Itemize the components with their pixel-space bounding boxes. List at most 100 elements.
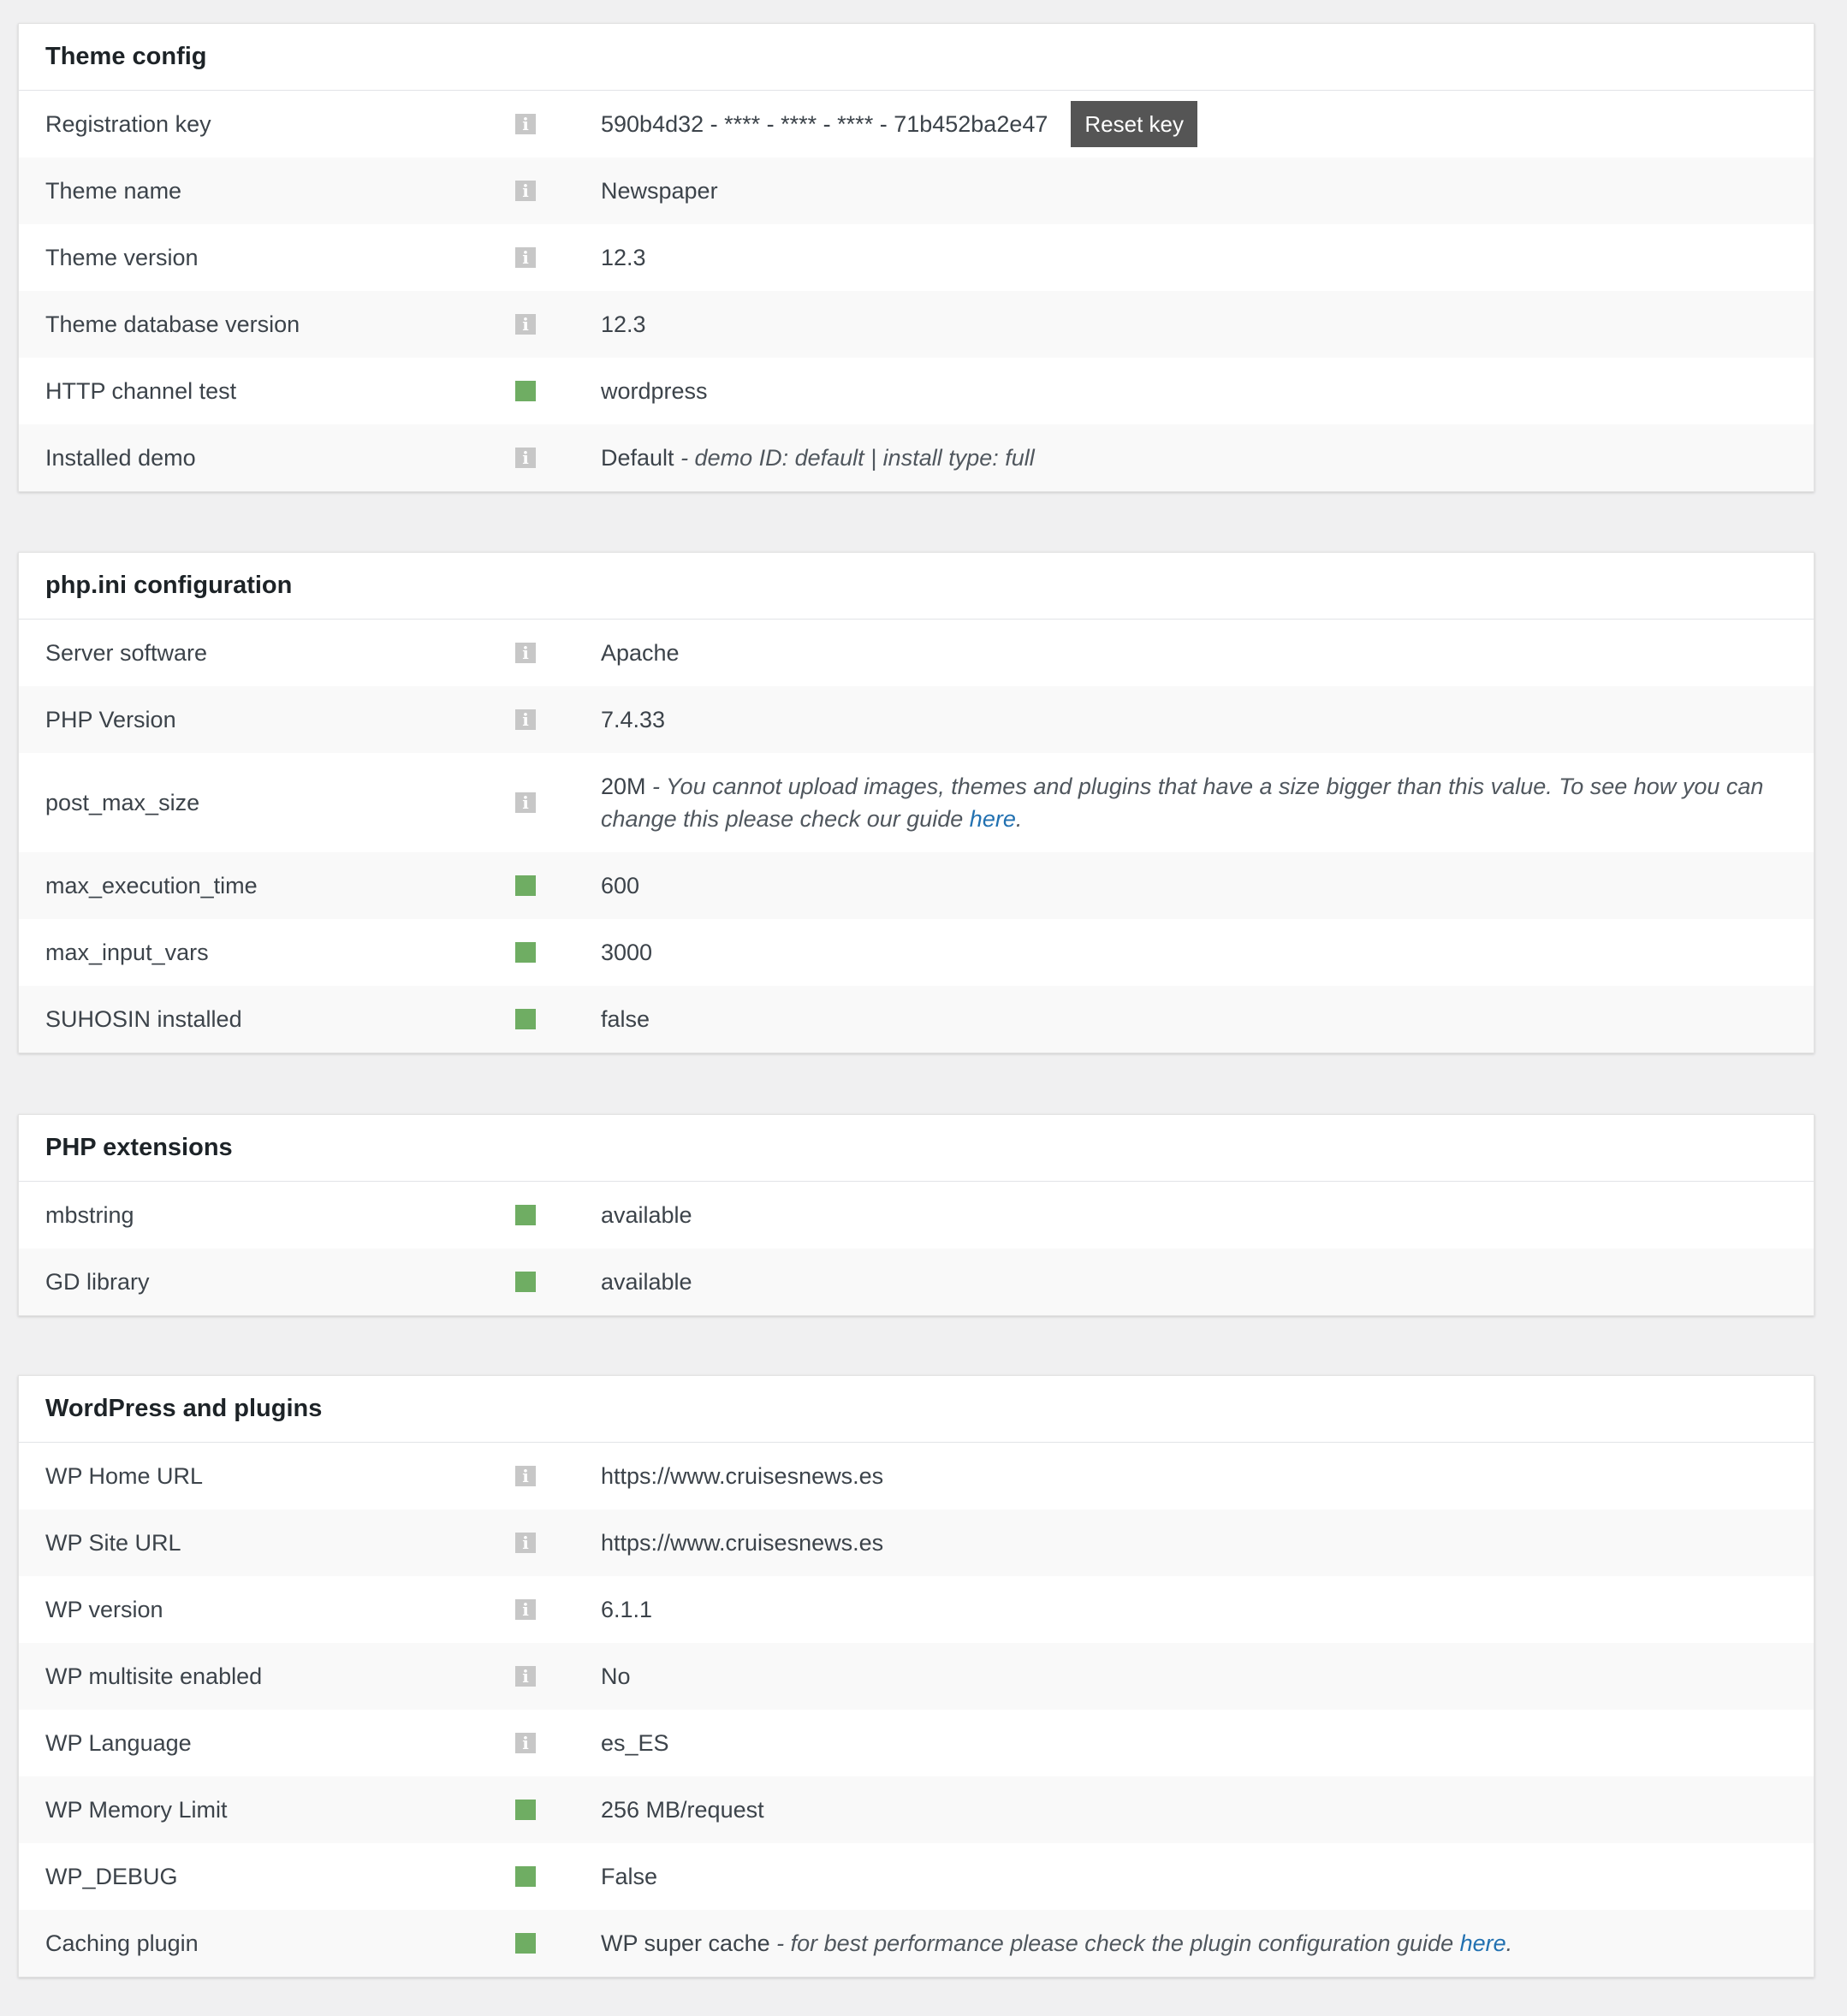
row-value: Apache — [601, 640, 680, 666]
panel-header: WordPress and plugins — [19, 1376, 1814, 1443]
guide-link[interactable]: here — [970, 806, 1016, 832]
table-row: PHP Version i 7.4.33 — [19, 686, 1814, 753]
row-value: available — [601, 1202, 692, 1228]
row-value: 590b4d32 - **** - **** - **** - 71b452ba… — [601, 101, 1814, 147]
panel-header: PHP extensions — [19, 1115, 1814, 1182]
table-row: HTTP channel test wordpress — [19, 358, 1814, 424]
row-label: SUHOSIN installed — [45, 1005, 242, 1032]
panel-title: WordPress and plugins — [45, 1395, 323, 1422]
row-label: WP Memory Limit — [45, 1796, 228, 1823]
row-label: max_execution_time — [45, 872, 258, 898]
row-label: HTTP channel test — [45, 377, 237, 404]
info-icon[interactable]: i — [515, 792, 536, 813]
row-value: https://www.cruisesnews.es — [601, 1463, 884, 1489]
info-icon[interactable]: i — [515, 643, 536, 663]
panel-php-extensions: PHP extensions mbstring available GD lib… — [18, 1114, 1814, 1316]
row-value: 256 MB/request — [601, 1797, 764, 1823]
row-value: 7.4.33 — [601, 707, 666, 732]
status-ok-icon — [515, 875, 536, 896]
info-icon[interactable]: i — [515, 1466, 536, 1486]
row-label: post_max_size — [45, 789, 200, 815]
info-icon[interactable]: i — [515, 114, 536, 134]
value-note: - for best performance please check the … — [769, 1930, 1460, 1956]
row-value: Default - demo ID: default | install typ… — [601, 442, 1814, 474]
info-icon[interactable]: i — [515, 709, 536, 730]
status-ok-icon — [515, 1800, 536, 1820]
table-row: SUHOSIN installed false — [19, 986, 1814, 1052]
row-label: WP Site URL — [45, 1529, 181, 1556]
value-note: - You cannot upload images, themes and p… — [601, 774, 1764, 832]
table-row: Theme name i Newspaper — [19, 157, 1814, 224]
row-label: Theme version — [45, 244, 199, 270]
table-row: Caching plugin WP super cache - for best… — [19, 1910, 1814, 1977]
row-value: 12.3 — [601, 245, 646, 270]
row-value: False — [601, 1864, 658, 1889]
row-label: WP version — [45, 1596, 163, 1622]
row-label: Theme name — [45, 177, 182, 204]
panel-title: Theme config — [45, 43, 207, 70]
value-note-end: . — [1015, 806, 1023, 832]
status-ok-icon — [515, 1933, 536, 1954]
info-icon[interactable]: i — [515, 448, 536, 468]
panel-theme-config: Theme config Registration key i 590b4d32… — [18, 23, 1814, 492]
table-row: max_execution_time 600 — [19, 852, 1814, 919]
row-value: Newspaper — [601, 178, 718, 204]
reset-key-button[interactable]: Reset key — [1071, 101, 1197, 147]
panel-title: PHP extensions — [45, 1134, 233, 1161]
status-ok-icon — [515, 381, 536, 401]
table-row: WP_DEBUG False — [19, 1843, 1814, 1910]
row-label: PHP Version — [45, 706, 176, 732]
info-icon[interactable]: i — [515, 247, 536, 268]
info-icon[interactable]: i — [515, 1666, 536, 1687]
table-row: WP Site URL i https://www.cruisesnews.es — [19, 1509, 1814, 1576]
value-note-end: . — [1506, 1930, 1513, 1956]
table-row: post_max_size i 20M - You cannot upload … — [19, 753, 1814, 852]
row-value: 20M - You cannot upload images, themes a… — [601, 770, 1814, 835]
row-label: WP_DEBUG — [45, 1863, 178, 1889]
row-label: Server software — [45, 639, 208, 666]
row-label: GD library — [45, 1268, 150, 1295]
value-text: 20M — [601, 774, 646, 799]
info-icon[interactable]: i — [515, 181, 536, 201]
status-ok-icon — [515, 1205, 536, 1225]
value-text: Default — [601, 445, 674, 471]
row-label: max_input_vars — [45, 939, 209, 965]
row-label: mbstring — [45, 1201, 134, 1228]
row-value: 3000 — [601, 940, 653, 965]
value-text: WP super cache — [601, 1930, 770, 1956]
panel-php-ini: php.ini configuration Server software i … — [18, 552, 1814, 1053]
table-row: WP Memory Limit 256 MB/request — [19, 1776, 1814, 1843]
table-row: Server software i Apache — [19, 620, 1814, 686]
info-icon[interactable]: i — [515, 314, 536, 335]
row-value: https://www.cruisesnews.es — [601, 1530, 884, 1556]
row-value: 6.1.1 — [601, 1597, 653, 1622]
status-ok-icon — [515, 1009, 536, 1029]
row-value: false — [601, 1006, 650, 1032]
row-value: 600 — [601, 873, 640, 898]
panel-header: php.ini configuration — [19, 553, 1814, 620]
table-row: Theme database version i 12.3 — [19, 291, 1814, 358]
value-paragraph: 20M - You cannot upload images, themes a… — [601, 770, 1788, 835]
panel-wordpress-plugins: WordPress and plugins WP Home URL i http… — [18, 1375, 1814, 1977]
table-row: max_input_vars 3000 — [19, 919, 1814, 986]
info-icon[interactable]: i — [515, 1733, 536, 1753]
table-row: mbstring available — [19, 1182, 1814, 1248]
row-value: 12.3 — [601, 311, 646, 337]
info-icon[interactable]: i — [515, 1599, 536, 1620]
row-label: Theme database version — [45, 311, 300, 337]
info-icon[interactable]: i — [515, 1533, 536, 1553]
table-row: WP Language i es_ES — [19, 1710, 1814, 1776]
table-row: Registration key i 590b4d32 - **** - ***… — [19, 91, 1814, 157]
panel-title: php.ini configuration — [45, 572, 293, 599]
row-label: Caching plugin — [45, 1930, 199, 1956]
table-row: WP Home URL i https://www.cruisesnews.es — [19, 1443, 1814, 1509]
value-note: - demo ID: default | install type: full — [674, 445, 1035, 471]
table-row: WP version i 6.1.1 — [19, 1576, 1814, 1643]
row-label: Installed demo — [45, 444, 196, 471]
row-value: available — [601, 1269, 692, 1295]
row-label: WP multisite enabled — [45, 1663, 263, 1689]
row-label: Registration key — [45, 110, 211, 137]
table-row: Installed demo i Default - demo ID: defa… — [19, 424, 1814, 491]
row-label: WP Language — [45, 1729, 192, 1756]
guide-link[interactable]: here — [1460, 1927, 1506, 1960]
